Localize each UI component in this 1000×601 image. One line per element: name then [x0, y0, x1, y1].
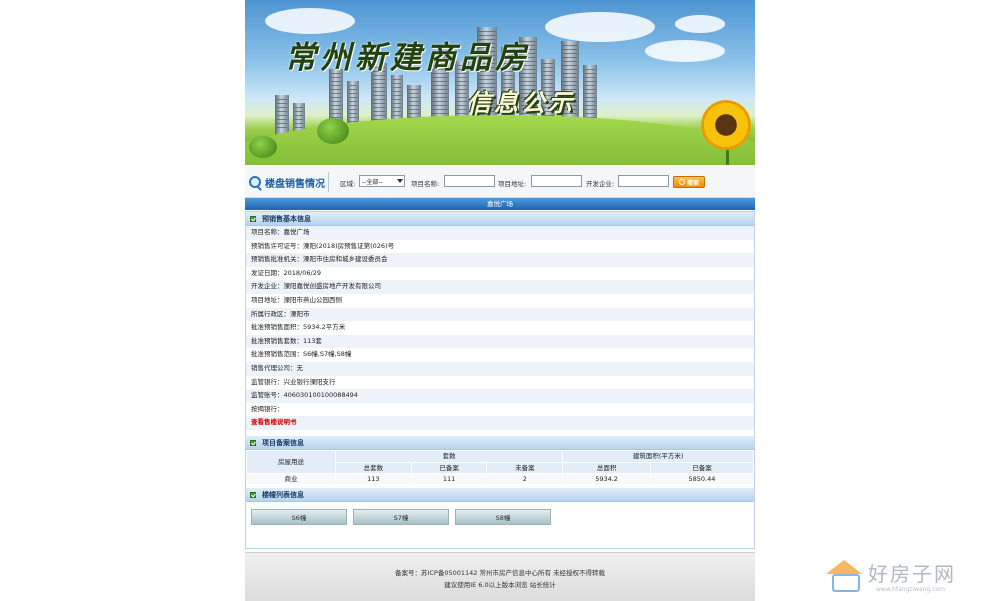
table-row: 商业 113 111 2 5934.2 5850.44 [246, 473, 755, 485]
cell-usage: 商业 [246, 473, 336, 485]
sales-brochure-link[interactable]: 查看售楼说明书 [246, 416, 754, 430]
col-filed-area: 已备案 [649, 461, 755, 474]
info-row-supervising-bank: 监管银行：兴业银行溧阳支行 [246, 375, 754, 390]
search-section-title: 楼盘销售情况 [247, 172, 329, 192]
banner-title: 常州新建商品房 [285, 40, 530, 76]
col-total-area: 总面积 [562, 461, 651, 474]
cell-filed-area: 5850.44 [649, 473, 755, 485]
info-row-approval-authority: 预销售批准机关：溧阳市住房和城乡建设委员会 [246, 253, 754, 267]
project-address-input[interactable] [531, 175, 582, 187]
info-row-developer: 开发企业：溧阳嘉悦创盛房地产开发有限公司 [246, 280, 754, 294]
info-row-address: 项目地址：溧阳市燕山公园西侧 [246, 293, 754, 308]
watermark-text: 好房子网 [868, 562, 956, 586]
col-filed-units: 已备案 [410, 461, 488, 474]
project-name-label: 项目名称: [411, 180, 440, 188]
footer-browser-note: 建议使用IE 6.0以上版本浏览 站长统计 [444, 581, 556, 589]
section-bullet-icon [250, 215, 256, 222]
info-row-area: 批准预销售面积：5934.2平方米 [246, 321, 754, 335]
content-panel: 预销售基本信息 项目名称：嘉悦广场 预销售许可证号：溧阳(2018)房预售证第(… [245, 211, 755, 549]
developer-input[interactable] [618, 175, 669, 187]
building-button-s8[interactable]: S8幢 [455, 509, 551, 525]
search-icon [678, 179, 685, 185]
info-row-project-name: 项目名称：嘉悦广场 [246, 226, 754, 240]
info-row-mortgage-bank: 按揭银行： [246, 402, 754, 417]
section-bullet-icon [250, 439, 256, 446]
watermark-url: www.hfangziwang.com [876, 586, 946, 593]
project-address-label: 项目地址: [498, 180, 527, 188]
buildings-title: 楼幢列表信息 [262, 490, 304, 499]
col-unfiled-units: 未备案 [486, 461, 564, 474]
developer-label: 开发企业: [586, 180, 615, 188]
chevron-down-icon [397, 179, 403, 183]
col-total-units: 总套数 [335, 461, 412, 474]
search-title-text: 楼盘销售情况 [265, 178, 325, 190]
info-row-permit-no: 预销售许可证号：溧阳(2018)房预售证第(026)号 [246, 239, 754, 254]
col-usage: 房屋用途 [246, 450, 336, 474]
cell-unfiled-units: 2 [486, 473, 564, 485]
info-row-scope: 批准预销售范围：S6幢,S7幢,S8幢 [246, 348, 754, 362]
building-list: S6幢 S7幢 S8幢 [251, 509, 551, 525]
info-row-units: 批准预销售套数：113套 [246, 334, 754, 349]
district-select-value: --全部-- [362, 178, 383, 186]
buildings-header: 楼幢列表信息 [246, 488, 754, 502]
filing-table: 房屋用途 套数 建筑面积(平方米) 总套数 已备案 未备案 总面积 已备案 商业… [246, 450, 755, 485]
group-units-header: 套数 [334, 450, 564, 463]
building-button-s7[interactable]: S7幢 [353, 509, 449, 525]
district-label: 区域: [340, 180, 356, 188]
district-select[interactable]: --全部-- [359, 175, 405, 187]
filing-title: 项目备案信息 [262, 438, 304, 447]
cell-total-units: 113 [335, 473, 412, 485]
section-bullet-icon [250, 491, 256, 498]
page-container: 常州新建商品房 信息公示 楼盘销售情况 区域: --全部-- 项目名称: 项目地… [245, 0, 755, 601]
basic-info-list: 项目名称：嘉悦广场 预销售许可证号：溧阳(2018)房预售证第(026)号 预销… [246, 226, 754, 430]
info-row-district: 所属行政区：溧阳市 [246, 307, 754, 322]
project-name-input[interactable] [444, 175, 495, 187]
building-button-s6[interactable]: S6幢 [251, 509, 347, 525]
search-button-label: 搜索 [686, 179, 699, 187]
header-banner: 常州新建商品房 信息公示 [245, 0, 755, 165]
footer-copyright: 备案号：苏ICP备05001142 常州市房产信息中心所有 未经授权不得转载 [394, 569, 606, 577]
sunflower-icon [701, 100, 751, 150]
footer: 备案号：苏ICP备05001142 常州市房产信息中心所有 未经授权不得转载 建… [245, 552, 755, 601]
info-row-agency: 销售代理公司：无 [246, 361, 754, 376]
cell-total-area: 5934.2 [562, 473, 651, 485]
basic-info-title: 预销售基本信息 [262, 214, 311, 223]
group-area-header: 建筑面积(平方米) [562, 450, 754, 463]
filing-header: 项目备案信息 [246, 436, 754, 450]
search-bar: 楼盘销售情况 区域: --全部-- 项目名称: 项目地址: 开发企业: 搜索 [245, 167, 755, 198]
info-row-issue-date: 发证日期：2018/06/29 [246, 266, 754, 281]
house-logo-icon [822, 552, 866, 596]
search-button[interactable]: 搜索 [673, 176, 705, 188]
magnifier-icon [249, 175, 262, 189]
project-name-bar: 嘉悦广场 [245, 198, 755, 210]
site-watermark: 好房子网 www.hfangziwang.com [822, 552, 982, 598]
basic-info-header: 预销售基本信息 [246, 212, 754, 226]
info-row-account: 监管账号：406030100100088494 [246, 389, 754, 403]
cell-filed-units: 111 [410, 473, 488, 485]
banner-subtitle: 信息公示 [467, 88, 575, 117]
